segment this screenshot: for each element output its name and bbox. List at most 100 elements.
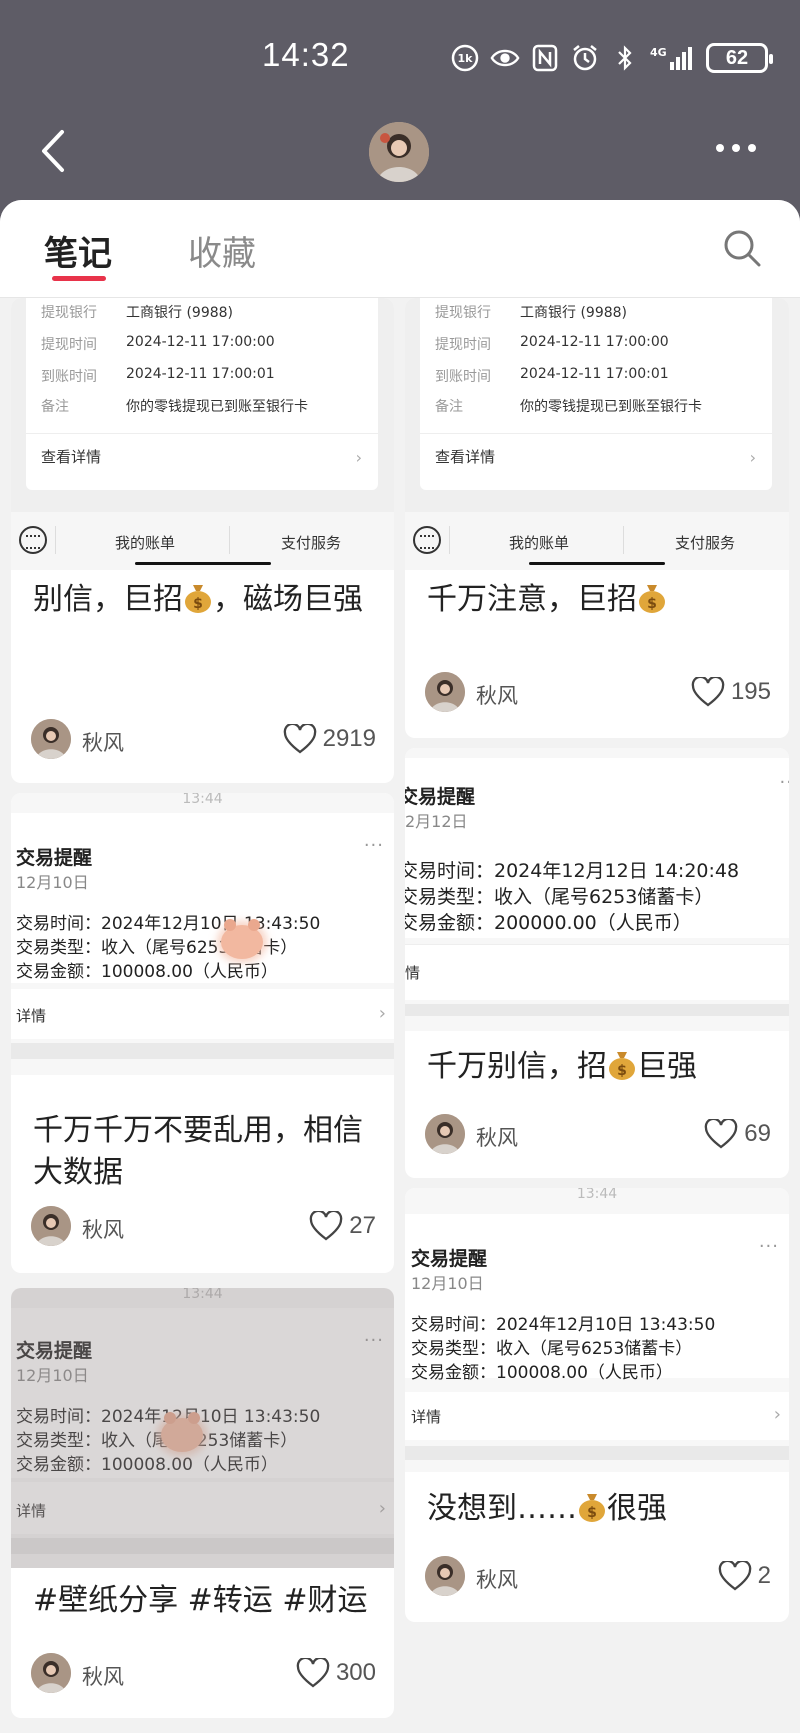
- money-bag-icon: $: [579, 1494, 605, 1522]
- back-button[interactable]: [34, 128, 74, 174]
- more-dot: [748, 144, 756, 152]
- note-card[interactable]: 13:44 交易提醒 ··· 12月10日 交易时间：2024年12月10日 1…: [405, 1188, 789, 1622]
- note-title: 别信，巨招 $ ，磁场巨强: [33, 579, 373, 621]
- note-title: 没想到…… $ 很强: [427, 1488, 777, 1530]
- tx-type: 交易类型：收入（尾号6253储蓄卡）: [405, 886, 714, 908]
- note-meta: 秋风 195: [405, 672, 789, 716]
- note-cover: 13:44 交易提醒 ··· 12月10日 交易时间：2024年12月10日 1…: [405, 1188, 789, 1472]
- author-avatar[interactable]: [31, 1206, 71, 1246]
- row-value: 2024-12-11 17:00:01: [126, 366, 275, 382]
- tx-detail-row: [11, 989, 394, 1039]
- tx-amount: 交易金额：100008.00（人民币）: [16, 962, 278, 982]
- row-label: 提现时间: [41, 337, 97, 353]
- note-meta: 秋风 27: [11, 1206, 394, 1250]
- active-tab-indicator: [52, 276, 106, 281]
- like-button[interactable]: 27: [309, 1210, 376, 1242]
- like-button[interactable]: 195: [691, 676, 771, 708]
- row-label: 到账时间: [435, 369, 491, 385]
- like-count: 27: [349, 1212, 376, 1239]
- author-avatar[interactable]: [425, 1556, 465, 1596]
- sticker-image: [221, 919, 263, 959]
- author-name[interactable]: 秋风: [476, 680, 518, 710]
- content-panel: 笔记 收藏 提现银行 工商银行 (9988) 提现时间 2024-12-11 1…: [0, 200, 800, 1733]
- row-label: 备注: [435, 399, 463, 415]
- note-card[interactable]: 交易提醒 ·· 2月12日 交易时间：2024年12月12日 14:20:48 …: [405, 748, 789, 1178]
- author-name[interactable]: 秋风: [476, 1564, 518, 1594]
- title-part: 没想到……: [427, 1491, 577, 1526]
- note-cover: 提现银行 工商银行 (9988) 提现时间 2024-12-11 17:00:0…: [11, 298, 394, 570]
- my-bill-label: 我的账单: [509, 534, 570, 552]
- like-button[interactable]: 69: [704, 1118, 771, 1150]
- tab-notes[interactable]: 笔记: [44, 226, 112, 275]
- signal-4g-icon: 4G: [650, 43, 696, 73]
- like-count: 69: [744, 1120, 771, 1147]
- svg-text:$: $: [617, 1063, 627, 1079]
- note-card[interactable]: 13:44 交易提醒 ··· 12月10日 交易时间：2024年12月10日 1…: [11, 793, 394, 1273]
- screenshot-time: 13:44: [576, 1188, 618, 1202]
- money-bag-icon: $: [185, 585, 211, 613]
- row-label: 提现时间: [435, 337, 491, 353]
- chevron-right-icon: ›: [355, 448, 362, 467]
- author-avatar[interactable]: [425, 672, 465, 712]
- note-meta: 秋风 300: [11, 1653, 394, 1697]
- my-bill-label: 我的账单: [115, 534, 176, 552]
- tab-favorites[interactable]: 收藏: [188, 226, 256, 275]
- row-value: 2024-12-11 17:00:00: [126, 334, 275, 350]
- more-options-button[interactable]: [716, 138, 762, 158]
- author-avatar[interactable]: [31, 719, 71, 759]
- note-card[interactable]: 提现银行 工商银行 (9988) 提现时间 2024-12-11 17:00:0…: [405, 298, 789, 738]
- note-card[interactable]: 13:44 交易提醒 ··· 12月10日 交易时间：2024年12月10日 1…: [11, 1288, 394, 1718]
- row-label: 提现银行: [435, 305, 491, 321]
- alarm-icon: [570, 43, 600, 73]
- status-time: 14:32: [262, 36, 350, 73]
- note-title: #壁纸分享 #转运 #财运: [33, 1583, 368, 1618]
- title-part: ，磁场巨强: [213, 582, 363, 617]
- bluetooth-icon: [610, 43, 640, 73]
- svg-text:1k: 1k: [458, 52, 474, 65]
- tx-time: 交易时间：2024年12月12日 14:20:48: [405, 860, 740, 882]
- divider: [26, 433, 378, 434]
- tx-date: 12月10日: [16, 873, 89, 892]
- row-value: 2024-12-11 17:00:01: [520, 366, 669, 382]
- tx-amount: 交易金额：100008.00（人民币）: [411, 1363, 673, 1383]
- nfc-icon: [530, 43, 560, 73]
- more-dots-icon: [716, 144, 724, 152]
- eye-icon: [490, 43, 520, 73]
- tx-type: 交易类型：收入（尾号6253储蓄卡）: [411, 1339, 693, 1359]
- author-avatar[interactable]: [425, 1114, 465, 1154]
- divider: [623, 526, 624, 554]
- heart-icon: [296, 1658, 330, 1688]
- title-part: 千万注意，巨招: [427, 582, 637, 617]
- search-button[interactable]: [722, 228, 762, 268]
- more-dots-icon: ··: [779, 772, 789, 793]
- home-indicator: [135, 562, 271, 565]
- tx-detail: 详情: [16, 1007, 47, 1025]
- note-title: 千万千万不要乱用，相信大数据: [33, 1113, 363, 1190]
- like-count: 195: [730, 678, 771, 705]
- like-button[interactable]: 2: [718, 1560, 771, 1592]
- author-name[interactable]: 秋风: [82, 1214, 124, 1244]
- author-avatar[interactable]: [31, 1653, 71, 1693]
- tab-bar: 笔记 收藏: [0, 200, 800, 298]
- like-button[interactable]: 300: [296, 1657, 376, 1689]
- note-cover: 13:44 交易提醒 ··· 12月10日 交易时间：2024年12月10日 1…: [11, 793, 394, 1075]
- tx-time: 交易时间：2024年12月10日 13:43:50: [16, 914, 321, 934]
- profile-avatar[interactable]: [369, 122, 429, 182]
- divider: [11, 1043, 394, 1059]
- note-card[interactable]: 提现银行 工商银行 (9988) 提现时间 2024-12-11 17:00:0…: [11, 298, 394, 783]
- like-button[interactable]: 2919: [283, 723, 376, 755]
- tx-time: 交易时间：2024年12月10日 13:43:50: [411, 1315, 716, 1335]
- tx-date: 12月10日: [411, 1274, 484, 1293]
- row-value: 你的零钱提现已到账至银行卡: [520, 399, 702, 415]
- author-name[interactable]: 秋风: [476, 1122, 518, 1152]
- tx-title: 交易提醒: [411, 1248, 488, 1270]
- divider: [229, 526, 230, 554]
- title-part: 别信，巨招: [33, 582, 183, 617]
- view-detail-text: 查看详情: [41, 448, 102, 466]
- author-name[interactable]: 秋风: [82, 1661, 124, 1691]
- pay-service-label: 支付服务: [281, 534, 342, 552]
- author-name[interactable]: 秋风: [82, 727, 124, 757]
- note-cover: 13:44 交易提醒 ··· 12月10日 交易时间：2024年12月10日 1…: [11, 1288, 394, 1568]
- note-title: 千万注意，巨招 $: [427, 579, 777, 621]
- divider: [405, 1004, 789, 1016]
